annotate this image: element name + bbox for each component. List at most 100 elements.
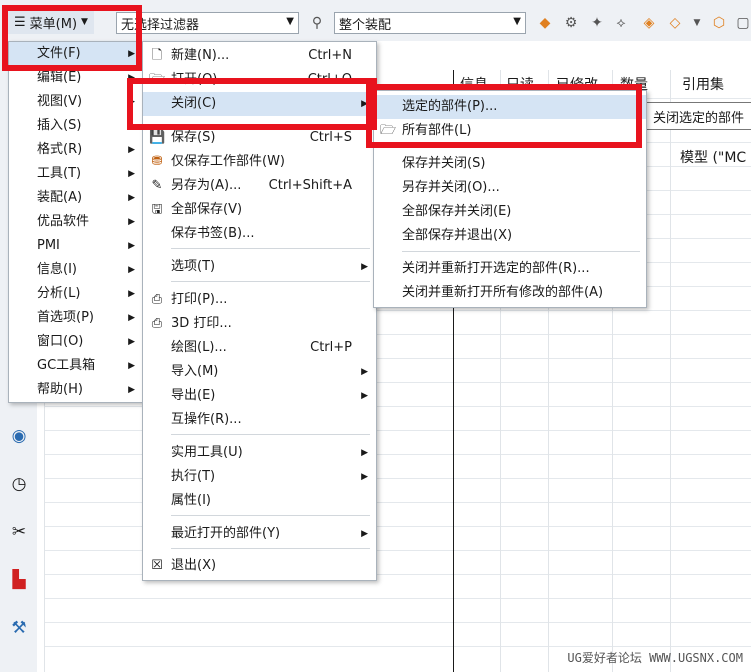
shortcut-label: Ctrl+Shift+A [268,178,352,193]
submenu-arrow-icon: ▶ [128,193,135,203]
save-icon: 💾 [149,130,166,145]
box-icon[interactable]: ◈ [640,14,658,32]
menu-item-import[interactable]: 导入(M) ▶ [143,360,376,384]
menu-item-label: 3D 打印... [171,316,232,331]
menu-item-preferences[interactable]: 首选项(P) ▶ [9,306,143,330]
assembly-scope-combo[interactable]: 整个装配 ▼ [334,12,526,34]
highlight-box-menu [2,5,142,71]
menu-item-label: 仅保存工作部件(W) [171,154,285,169]
reference-set-cell: 模型 ("MC [680,150,747,166]
filter-icon[interactable]: ⚲ [308,14,326,32]
menu-item-save-all-and-close[interactable]: 全部保存并关闭(E) [374,200,646,224]
web-browser-icon[interactable]: ◉ [8,425,30,447]
column-divider [670,70,671,672]
menu-item-interoperability[interactable]: 互操作(R)... [143,408,376,432]
submenu-arrow-icon: ▶ [128,385,135,395]
square-icon[interactable]: ▢ [734,14,751,32]
menu-item-help[interactable]: 帮助(H) ▶ [9,378,143,402]
printer-icon: ⎙ [151,292,163,307]
menu-item-export[interactable]: 导出(E) ▶ [143,384,376,408]
tools-icon[interactable]: ✂ [8,521,30,543]
menu-item-label: 优品软件 [37,214,90,229]
menu-item-label: 退出(X) [171,558,217,573]
selection-filter-combo[interactable]: 无选择过滤器 ▼ [116,12,299,34]
snap-icon[interactable]: ⚙ [562,14,580,32]
menu-item-label: 信息(I) [37,262,77,277]
menu-separator [171,248,370,249]
menu-item-options[interactable]: 选项(T) ▶ [143,255,376,279]
menu-item-insert[interactable]: 插入(S) ▶ [9,114,143,138]
menu-item-assembly[interactable]: 装配(A) ▶ [9,186,143,210]
palette-icon[interactable]: ▙ [8,569,30,591]
main-menu: 文件(F) ▶ 编辑(E) ▶ 视图(V) ▶ 插入(S) ▶ 格式(R) ▶ 工具(T)… [8,41,144,403]
menu-item-save-as[interactable]: ✎ 另存为(A)... Ctrl+Shift+A [143,174,376,198]
solid-icon[interactable]: ⬡ [710,14,728,32]
grid-line [44,598,751,599]
close-box-icon: ☒ [151,558,163,573]
menu-item-youpin-software[interactable]: 优品软件 ▶ [9,210,143,234]
menu-separator [171,515,370,516]
menu-item-new[interactable]: 🗋 新建(N)... Ctrl+N [143,44,376,68]
cube-icon[interactable]: ◇ [666,14,684,32]
save-all-icon: 🖫 [151,202,163,217]
menu-item-label: 最近打开的部件(Y) [171,526,281,541]
menu-item-format[interactable]: 格式(R) ▶ [9,138,143,162]
menu-item-properties[interactable]: 属性(I) [143,489,376,513]
menu-item-save-bookmark[interactable]: 保存书签(B)... [143,222,376,246]
menu-item-3d-print[interactable]: ⎙ 3D 打印... [143,312,376,336]
menu-item-label: 另存并关闭(O)... [402,180,500,195]
menu-item-label: 装配(A) [37,190,83,205]
menu-item-recent-parts[interactable]: 最近打开的部件(Y) ▶ [143,522,376,546]
menu-separator [171,281,370,282]
menu-item-label: 保存书签(B)... [171,226,255,241]
menu-item-label: 格式(R) [37,142,83,157]
history-icon[interactable]: ◷ [8,473,30,495]
menu-item-gc-toolkit[interactable]: GC工具箱 ▶ [9,354,143,378]
analysis-icon[interactable]: ⚒ [8,617,30,639]
menu-item-label: 分析(L) [37,286,81,301]
menu-item-tools[interactable]: 工具(T) ▶ [9,162,143,186]
menu-item-exit[interactable]: ☒ 退出(X) [143,554,376,578]
menu-item-window[interactable]: 窗口(O) ▶ [9,330,143,354]
menu-item-print[interactable]: ⎙ 打印(P)... [143,288,376,312]
chevron-down-icon: ▼ [513,16,521,27]
submenu-arrow-icon: ▶ [361,391,368,401]
menu-item-save-as-and-close[interactable]: 另存并关闭(O)... [374,176,646,200]
submenu-arrow-icon: ▶ [361,529,368,539]
menu-item-pmi[interactable]: PMI ▶ [9,234,143,258]
shortcut-label: Ctrl+P [310,340,352,355]
menu-item-save-work-part-only[interactable]: ⛃ 仅保存工作部件(W) [143,150,376,174]
menu-item-label: PMI [37,238,60,253]
menu-item-execute[interactable]: 执行(T) ▶ [143,465,376,489]
menu-item-close-reopen-selected[interactable]: 关闭并重新打开选定的部件(R)... [374,257,646,281]
menu-item-close-reopen-modified[interactable]: 关闭并重新打开所有修改的部件(A) [374,281,646,305]
menu-item-plot[interactable]: 绘图(L)... Ctrl+P [143,336,376,360]
menu-item-analysis[interactable]: 分析(L) ▶ [9,282,143,306]
menu-item-label: 首选项(P) [37,310,94,325]
menu-item-save-and-close[interactable]: 保存并关闭(S) [374,152,646,176]
menu-item-label: 执行(T) [171,469,216,484]
chevron-down-icon[interactable]: ▼ [688,14,706,32]
menu-item-label: 关闭并重新打开所有修改的部件(A) [402,285,604,300]
menu-item-label: 导入(M) [171,364,219,379]
menu-item-save-all[interactable]: 🖫 全部保存(V) [143,198,376,222]
menu-item-label: 另存为(A)... [171,178,242,193]
menu-separator [402,251,640,252]
menu-item-view[interactable]: 视图(V) ▶ [9,90,143,114]
tooltip: 关闭选定的部件 [646,102,751,130]
menu-item-save-all-and-exit[interactable]: 全部保存并退出(X) [374,224,646,248]
vertex-icon[interactable]: ⟡ [612,14,630,32]
submenu-arrow-icon: ▶ [128,313,135,323]
part-icon[interactable]: ◆ [536,14,554,32]
grid-line [44,622,751,623]
menu-item-label: 实用工具(U) [171,445,243,460]
column-header-reference-set[interactable]: 引用集 [682,74,724,94]
shortcut-label: Ctrl+N [308,48,352,63]
menu-item-utilities[interactable]: 实用工具(U) ▶ [143,441,376,465]
point-icon[interactable]: ✦ [588,14,606,32]
submenu-arrow-icon: ▶ [128,145,135,155]
menu-item-label: 绘图(L)... [171,340,227,355]
menu-item-information[interactable]: 信息(I) ▶ [9,258,143,282]
grid-line [44,646,751,647]
menu-item-label: 新建(N)... [171,48,230,63]
